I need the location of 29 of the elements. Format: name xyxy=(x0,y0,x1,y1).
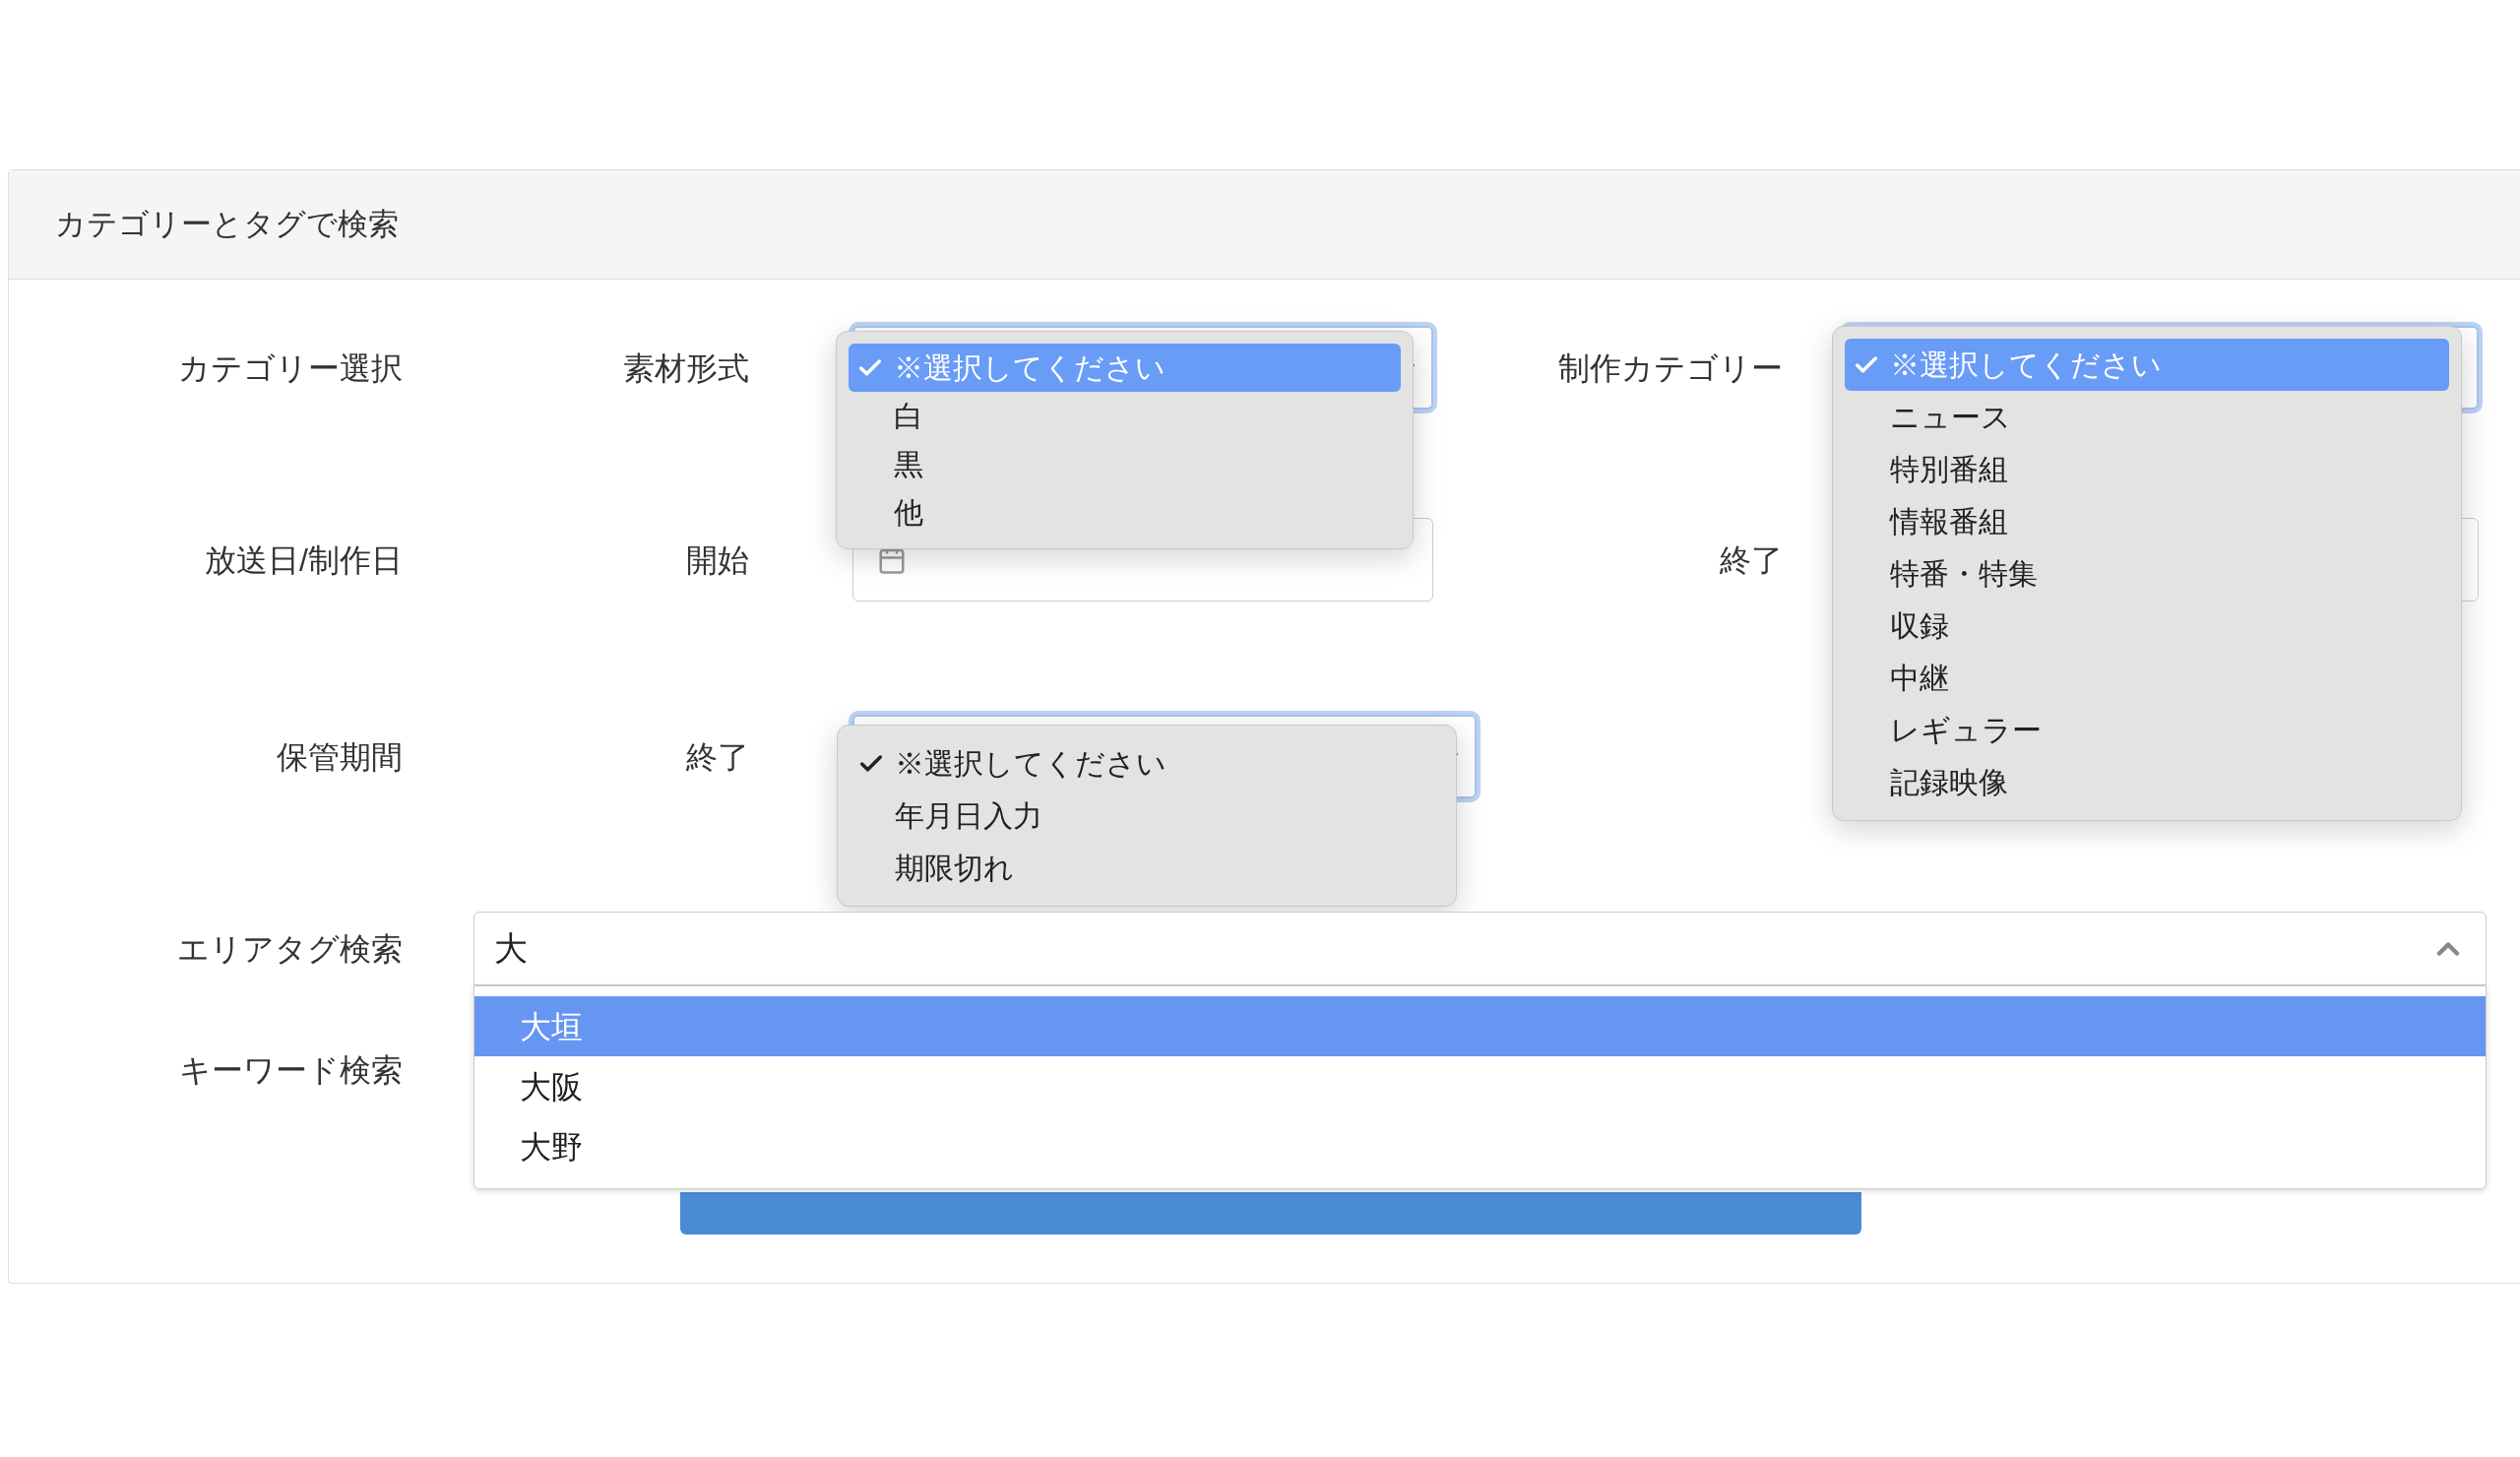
row-label: エリアタグ検索 xyxy=(176,929,403,969)
field-label: 制作カテゴリー xyxy=(1557,348,1783,388)
row-label: キーワード検索 xyxy=(178,1051,403,1090)
tag-suggestion[interactable]: 大野 xyxy=(474,1116,2486,1176)
tag-suggestion[interactable]: 大阪 xyxy=(474,1056,2486,1116)
field-label: 終了 xyxy=(1719,540,1783,580)
dropdown-option[interactable]: 特別番組 xyxy=(1845,443,2449,495)
field-label: 素材形式 xyxy=(622,348,749,388)
dropdown-option[interactable]: ※選択してください xyxy=(850,737,1444,790)
panel-title: カテゴリーとタグで検索 xyxy=(55,205,399,243)
dropdown-option[interactable]: 記録映像 xyxy=(1845,756,2449,808)
dropdown-option[interactable]: 他 xyxy=(849,488,1401,537)
dropdown-option[interactable]: 収録 xyxy=(1845,600,2449,652)
dropdown-option[interactable]: 年月日入力 xyxy=(850,790,1444,842)
row-label: 放送日/制作日 xyxy=(204,540,403,580)
search-button[interactable] xyxy=(680,1192,1861,1235)
row-label: カテゴリー選択 xyxy=(177,348,403,388)
dropdown-option[interactable]: 中継 xyxy=(1845,652,2449,704)
field-label: 開始 xyxy=(685,540,749,580)
dropdown-option[interactable]: 特番・特集 xyxy=(1845,547,2449,600)
dropdown-option[interactable]: レギュラー xyxy=(1845,704,2449,756)
dropdown-option[interactable]: 情報番組 xyxy=(1845,495,2449,547)
tag-combobox[interactable]: 大 xyxy=(473,912,2487,985)
row-label: 保管期間 xyxy=(276,737,403,777)
dropdown-option[interactable]: ニュース xyxy=(1845,391,2449,443)
dropdown-option[interactable]: 黒 xyxy=(849,440,1401,488)
field-label: 終了 xyxy=(685,737,749,777)
dropdown-option[interactable]: 期限切れ xyxy=(850,842,1444,894)
dropdown-option[interactable]: 白 xyxy=(849,392,1401,440)
